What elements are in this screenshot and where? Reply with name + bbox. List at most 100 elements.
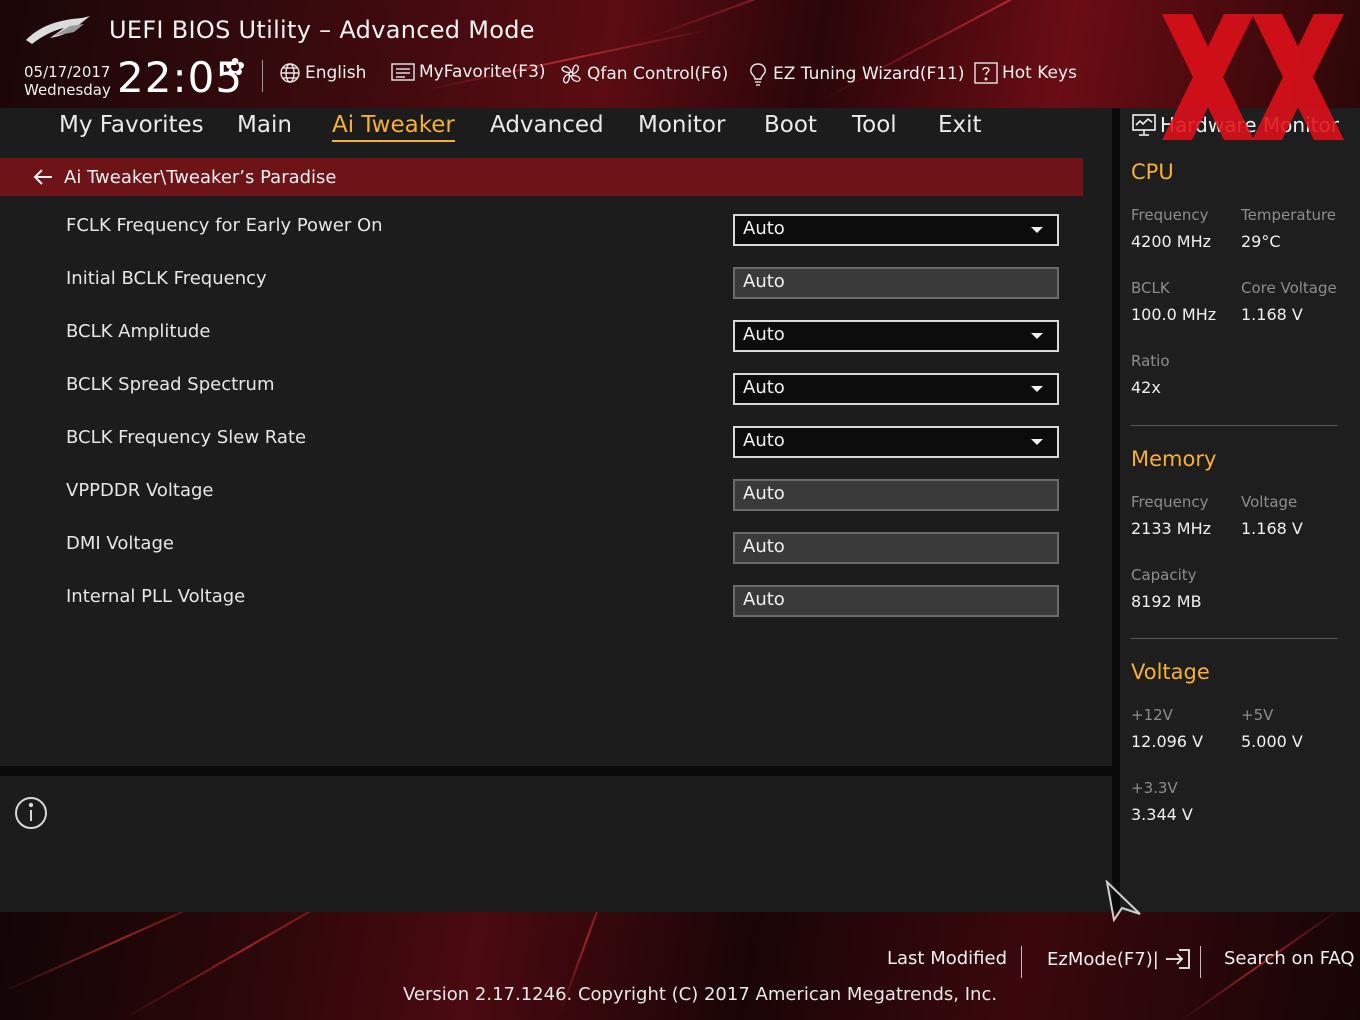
divider bbox=[1131, 425, 1338, 426]
back-arrow-icon[interactable] bbox=[32, 168, 54, 186]
voltage-heading: Voltage bbox=[1131, 660, 1210, 684]
lightbulb-icon bbox=[750, 63, 766, 86]
bclk-label: BCLK bbox=[1131, 279, 1170, 297]
tab-monitor[interactable]: Monitor bbox=[638, 112, 725, 140]
header-bar: UEFI BIOS Utility – Advanced Mode 05/17/… bbox=[0, 0, 1360, 108]
bclk-amplitude-dropdown[interactable]: Auto bbox=[733, 320, 1059, 352]
globe-icon bbox=[280, 63, 300, 83]
cpu-frequency-value: 4200 MHz bbox=[1131, 232, 1212, 251]
date-text: 05/17/2017 bbox=[24, 63, 111, 81]
ez-tuning-wizard-button[interactable]: EZ Tuning Wizard(F11) bbox=[747, 62, 965, 86]
tab-tool[interactable]: Tool bbox=[852, 112, 897, 140]
core-voltage-label: Core Voltage bbox=[1241, 279, 1337, 297]
setting-label: VPPDDR Voltage bbox=[66, 480, 214, 501]
ratio-label: Ratio bbox=[1131, 352, 1170, 370]
v33-value: 3.344 V bbox=[1131, 805, 1193, 824]
monitor-icon bbox=[1132, 114, 1156, 136]
myfavorite-button[interactable]: MyFavorite(F3) bbox=[391, 62, 546, 82]
input-value: Auto bbox=[743, 589, 785, 610]
last-modified-button[interactable]: Last Modified bbox=[887, 948, 1007, 969]
question-box-icon bbox=[974, 62, 998, 84]
dropdown-value: Auto bbox=[743, 218, 785, 239]
memory-voltage-label: Voltage bbox=[1241, 493, 1298, 511]
capacity-label: Capacity bbox=[1131, 566, 1197, 584]
tab-ai-tweaker[interactable]: Ai Tweaker bbox=[332, 112, 455, 142]
search-on-faq-button[interactable]: Search on FAQ bbox=[1224, 948, 1355, 969]
input-value: Auto bbox=[743, 536, 785, 557]
divider bbox=[0, 766, 1112, 776]
tab-boot[interactable]: Boot bbox=[764, 112, 817, 140]
dropdown-value: Auto bbox=[743, 377, 785, 398]
internal-pll-voltage-input[interactable]: Auto bbox=[733, 585, 1059, 617]
vppddr-voltage-input[interactable]: Auto bbox=[733, 479, 1059, 511]
ezmode-button[interactable]: EzMode(F7)| bbox=[1047, 948, 1191, 970]
watermark-logo bbox=[1162, 14, 1344, 140]
rog-logo bbox=[26, 16, 90, 44]
favorite-list-icon bbox=[391, 63, 415, 81]
memory-voltage-value: 1.168 V bbox=[1241, 519, 1303, 538]
dropdown-caret-icon bbox=[1031, 439, 1043, 445]
core-voltage-value: 1.168 V bbox=[1241, 305, 1303, 324]
hot-keys-button[interactable]: Hot Keys bbox=[974, 62, 1077, 84]
exit-arrow-icon bbox=[1165, 949, 1190, 969]
divider bbox=[1200, 946, 1201, 978]
tab-advanced[interactable]: Advanced bbox=[490, 112, 604, 140]
footer-bar: Last Modified EzMode(F7)| Search on FAQ … bbox=[0, 912, 1360, 1020]
cpu-temperature-label: Temperature bbox=[1241, 206, 1337, 224]
tab-exit[interactable]: Exit bbox=[938, 112, 982, 140]
decor-streak bbox=[819, 0, 1192, 102]
input-value: Auto bbox=[743, 483, 785, 504]
language-button[interactable]: English bbox=[279, 62, 366, 84]
settings-panel: Ai Tweaker\Tweaker’s Paradise FCLK Frequ… bbox=[0, 148, 1112, 766]
tab-main[interactable]: Main bbox=[237, 112, 292, 140]
breadcrumb-text: Ai Tweaker\Tweaker’s Paradise bbox=[64, 166, 337, 188]
v33-label: +3.3V bbox=[1131, 779, 1178, 797]
divider bbox=[1021, 946, 1022, 978]
v5-label: +5V bbox=[1241, 706, 1274, 724]
divider bbox=[1131, 638, 1338, 639]
setting-label: BCLK Frequency Slew Rate bbox=[66, 427, 307, 448]
cpu-temperature-value: 29°C bbox=[1241, 232, 1281, 251]
mouse-cursor-icon bbox=[1105, 880, 1141, 922]
tab-my-favorites[interactable]: My Favorites bbox=[59, 112, 204, 140]
gear-icon[interactable]: ✿ bbox=[225, 53, 245, 81]
version-text: Version 2.17.1246. Copyright (C) 2017 Am… bbox=[403, 984, 998, 1005]
setting-label: DMI Voltage bbox=[66, 533, 174, 554]
setting-label: FCLK Frequency for Early Power On bbox=[66, 215, 383, 236]
dropdown-caret-icon bbox=[1031, 386, 1043, 392]
dropdown-caret-icon bbox=[1031, 333, 1043, 339]
fan-icon bbox=[561, 64, 581, 84]
search-on-faq-label: Search on FAQ bbox=[1224, 948, 1355, 969]
language-label: English bbox=[305, 63, 367, 83]
fclk-frequency-dropdown[interactable]: Auto bbox=[733, 214, 1059, 246]
decor-streak bbox=[0, 912, 238, 994]
hot-keys-label: Hot Keys bbox=[1002, 63, 1077, 83]
weekday-text: Wednesday bbox=[24, 81, 111, 99]
cpu-frequency-label: Frequency bbox=[1131, 206, 1209, 224]
qfan-control-button[interactable]: Qfan Control(F6) bbox=[559, 62, 728, 86]
v12-value: 12.096 V bbox=[1131, 732, 1204, 751]
dmi-voltage-input[interactable]: Auto bbox=[733, 532, 1059, 564]
v12-label: +12V bbox=[1131, 706, 1173, 724]
ezmode-label: EzMode(F7)| bbox=[1047, 948, 1159, 970]
decor-streak bbox=[119, 912, 381, 1020]
setting-label: BCLK Spread Spectrum bbox=[66, 374, 275, 395]
qfan-label: Qfan Control(F6) bbox=[587, 64, 729, 84]
dropdown-value: Auto bbox=[743, 324, 785, 345]
capacity-value: 8192 MB bbox=[1131, 592, 1202, 611]
dropdown-value: Auto bbox=[743, 430, 785, 451]
info-icon bbox=[15, 797, 47, 829]
memory-heading: Memory bbox=[1131, 447, 1217, 471]
dropdown-caret-icon bbox=[1031, 227, 1043, 233]
info-panel bbox=[0, 776, 1112, 912]
date-display: 05/17/2017 Wednesday bbox=[24, 63, 111, 99]
setting-label: BCLK Amplitude bbox=[66, 321, 211, 342]
bclk-slew-rate-dropdown[interactable]: Auto bbox=[733, 426, 1059, 458]
bclk-spread-spectrum-dropdown[interactable]: Auto bbox=[733, 373, 1059, 405]
myfavorite-label: MyFavorite(F3) bbox=[419, 62, 546, 82]
hardware-monitor-panel: Hardware Monitor CPU Frequency Temperatu… bbox=[1112, 108, 1360, 912]
ez-tuning-label: EZ Tuning Wizard(F11) bbox=[773, 64, 965, 84]
cpu-heading: CPU bbox=[1131, 160, 1174, 184]
initial-bclk-input[interactable]: Auto bbox=[733, 267, 1059, 299]
setting-label: Internal PLL Voltage bbox=[66, 586, 246, 607]
